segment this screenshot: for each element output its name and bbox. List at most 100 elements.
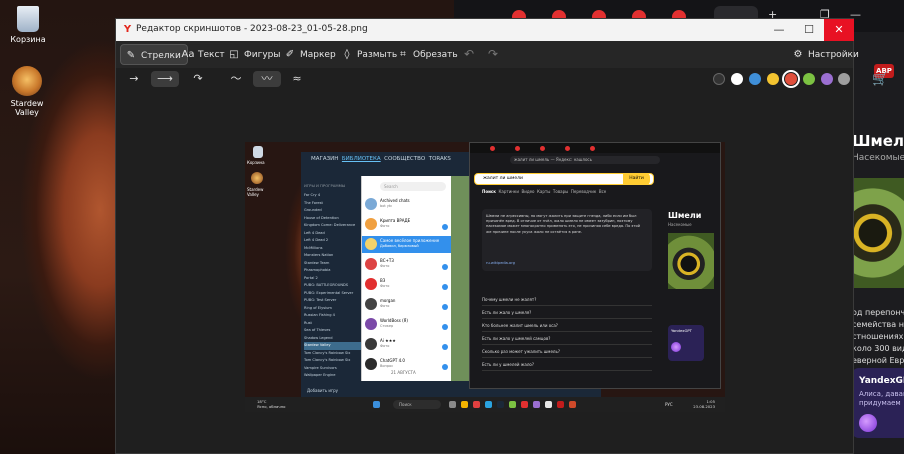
settings-button[interactable]: ⚙ Настройки xyxy=(788,44,865,65)
related-question[interactable]: Есть ли у шмелей жало? xyxy=(482,360,652,371)
arrow-style-bold[interactable]: ⟶ xyxy=(151,71,179,87)
steam-game-item[interactable]: Grounded xyxy=(304,207,362,215)
telegram-chat-row[interactable]: Archived chats bot ytc xyxy=(362,196,452,213)
steam-game-item[interactable]: Rust xyxy=(304,320,362,328)
taskbar-app-icon[interactable] xyxy=(449,401,456,408)
steam-game-item[interactable]: Far Cry 4 xyxy=(304,192,362,200)
steam-game-item[interactable]: Tom Clancy's Rainbow Six xyxy=(304,350,362,358)
steam-add-game[interactable]: Добавить игру xyxy=(307,388,338,393)
color-swatch-red[interactable] xyxy=(782,70,800,88)
chat-avatar xyxy=(365,258,377,270)
telegram-chat-row[interactable]: Ai ★★★ Фото xyxy=(362,336,452,353)
maximize-button[interactable]: ☐ xyxy=(794,19,824,41)
tool-crop[interactable]: ⌗ Обрезать xyxy=(393,44,464,65)
related-question[interactable]: Есть ли жало у шмеля? xyxy=(482,308,652,319)
color-swatch-white[interactable] xyxy=(731,73,743,85)
telegram-chat-row[interactable]: ВЗ Фото xyxy=(362,276,452,293)
desktop-icon-stardew-valley[interactable]: Stardew Valley xyxy=(0,66,57,117)
steam-game-item[interactable]: PUBG: Test Server xyxy=(304,297,362,305)
steam-game-item[interactable]: The Forest xyxy=(304,200,362,208)
editor-canvas[interactable]: Корзина Stardew Valley МАГАЗИН БИБЛИОТЕК… xyxy=(116,90,853,453)
taskbar-weather[interactable]: 18°C Ясно, облачно xyxy=(257,399,285,409)
minimize-button[interactable]: — xyxy=(764,19,794,41)
steam-game-item[interactable]: Shadow Legend xyxy=(304,335,362,343)
color-swatch-purple[interactable] xyxy=(821,73,833,85)
taskbar-app-icon[interactable] xyxy=(521,401,528,408)
redo-icon[interactable]: ↷ xyxy=(488,47,498,61)
inner-address-bar[interactable]: жалит ли шмель — Яндекс: нашлось xyxy=(510,156,660,164)
chat-last-message: Фото xyxy=(380,344,390,348)
steam-game-item[interactable]: Wallpaper Engine xyxy=(304,372,362,380)
arrow-style-thin[interactable]: → xyxy=(120,71,148,87)
color-swatch-yellow[interactable] xyxy=(767,73,779,85)
steam-game-item[interactable]: House of Detention xyxy=(304,215,362,223)
taskbar-app-icon[interactable] xyxy=(461,401,468,408)
steam-nav-item[interactable]: TORAKS xyxy=(429,156,451,162)
steam-game-item[interactable]: PUBG: BATTLEGROUNDS xyxy=(304,282,362,290)
related-question[interactable]: Кто больнее жалит шмель или оса? xyxy=(482,321,652,332)
quick-answer-source[interactable]: ru.wikipedia.org xyxy=(486,261,515,265)
taskbar-lang[interactable]: РУС xyxy=(665,402,673,407)
related-question[interactable]: Есть ли жало у шмелей самцов? xyxy=(482,334,652,345)
tool-text[interactable]: Aa Текст xyxy=(178,44,231,65)
tool-marker[interactable]: ✐ Маркер xyxy=(280,44,342,65)
taskbar-app-icon[interactable] xyxy=(497,401,504,408)
color-swatch-dark[interactable] xyxy=(713,73,725,85)
related-question[interactable]: Почему шмели не жалят? xyxy=(482,295,652,306)
steam-game-item[interactable]: Sea of Thieves xyxy=(304,327,362,335)
inner-find-button[interactable]: Найти xyxy=(623,173,650,185)
steam-game-item[interactable]: Kingdom Come: Deliverance xyxy=(304,222,362,230)
steam-game-item[interactable]: Stardew Team xyxy=(304,260,362,268)
taskbar-app-icon[interactable] xyxy=(557,401,564,408)
steam-game-item[interactable]: Phasmophobia xyxy=(304,267,362,275)
steam-nav-item[interactable]: МАГАЗИН xyxy=(311,156,338,162)
steam-game-item[interactable]: Monsters Nation xyxy=(304,252,362,260)
steam-nav-item[interactable]: БИБЛИОТЕКА xyxy=(342,156,381,162)
windows-start-icon[interactable] xyxy=(373,401,380,408)
line-style-medium[interactable]: 〰 xyxy=(253,71,281,87)
steam-game-item[interactable]: Russian Fishing 4 xyxy=(304,312,362,320)
line-style-thick[interactable]: ≈ xyxy=(283,71,311,87)
knowledge-panel-image[interactable] xyxy=(668,233,714,289)
inner-alice-card[interactable]: YandexGPT xyxy=(668,325,704,361)
color-swatch-green[interactable] xyxy=(803,73,815,85)
steam-game-item[interactable]: PUBG: Experimental Server xyxy=(304,290,362,298)
desktop-icon-recycle-bin[interactable]: Корзина xyxy=(0,6,58,44)
taskbar-app-icon[interactable] xyxy=(545,401,552,408)
taskbar-app-icon[interactable] xyxy=(485,401,492,408)
taskbar-search[interactable]: Поиск xyxy=(393,400,441,409)
steam-game-item[interactable]: Ring of Elysium xyxy=(304,305,362,313)
bumblebee-photo[interactable] xyxy=(852,178,904,288)
telegram-chat-row[interactable]: WorldBoss (Я) Стикер xyxy=(362,316,452,333)
telegram-chat-row[interactable]: Самое весёлое приложение Добавил, бирюзов… xyxy=(362,236,452,253)
browser-cart-icon[interactable]: 🛒 xyxy=(872,72,888,87)
color-swatch-gray[interactable] xyxy=(838,73,850,85)
taskbar-app-icon[interactable] xyxy=(509,401,516,408)
steam-game-item[interactable]: McMillions xyxy=(304,245,362,253)
steam-nav-item[interactable]: СООБЩЕСТВО xyxy=(384,156,425,162)
steam-game-item[interactable]: Stardew Valley xyxy=(304,342,362,350)
alice-promo-card[interactable]: YandexGP Алиса, давай придумаем xyxy=(851,368,904,438)
close-button[interactable]: ✕ xyxy=(824,19,854,41)
captured-screenshot[interactable]: Корзина Stardew Valley МАГАЗИН БИБЛИОТЕК… xyxy=(245,142,725,412)
steam-game-item[interactable]: Tom Clancy's Rainbow Six xyxy=(304,357,362,365)
taskbar-app-icon[interactable] xyxy=(569,401,576,408)
tool-shapes[interactable]: ◱ Фигуры xyxy=(224,44,286,65)
steam-game-item[interactable]: Left 4 Dead 2 xyxy=(304,237,362,245)
steam-game-item[interactable]: Vampire Survivors xyxy=(304,365,362,373)
telegram-search[interactable]: Search xyxy=(380,182,446,191)
desktop-icon-label: Корзина xyxy=(10,35,46,44)
steam-game-item[interactable]: Portal 2 xyxy=(304,275,362,283)
telegram-chat-row[interactable]: ВС+Т3 Фото xyxy=(362,256,452,273)
related-question[interactable]: Сколько раз может ужалить шмель? xyxy=(482,347,652,358)
color-swatch-blue[interactable] xyxy=(749,73,761,85)
taskbar-app-icon[interactable] xyxy=(533,401,540,408)
taskbar-clock[interactable]: 1:05 23.08.2023 xyxy=(693,399,715,409)
telegram-chat-row[interactable]: Крипта ВРАДЕ Фото xyxy=(362,216,452,233)
undo-icon[interactable]: ↶ xyxy=(464,47,474,61)
taskbar-app-icon[interactable] xyxy=(473,401,480,408)
telegram-chat-row[interactable]: morgan Фото xyxy=(362,296,452,313)
arrow-style-curved[interactable]: ↷ xyxy=(184,71,212,87)
steam-game-item[interactable]: Left 4 Dead xyxy=(304,230,362,238)
line-style-thin[interactable]: 〜 xyxy=(222,71,250,87)
